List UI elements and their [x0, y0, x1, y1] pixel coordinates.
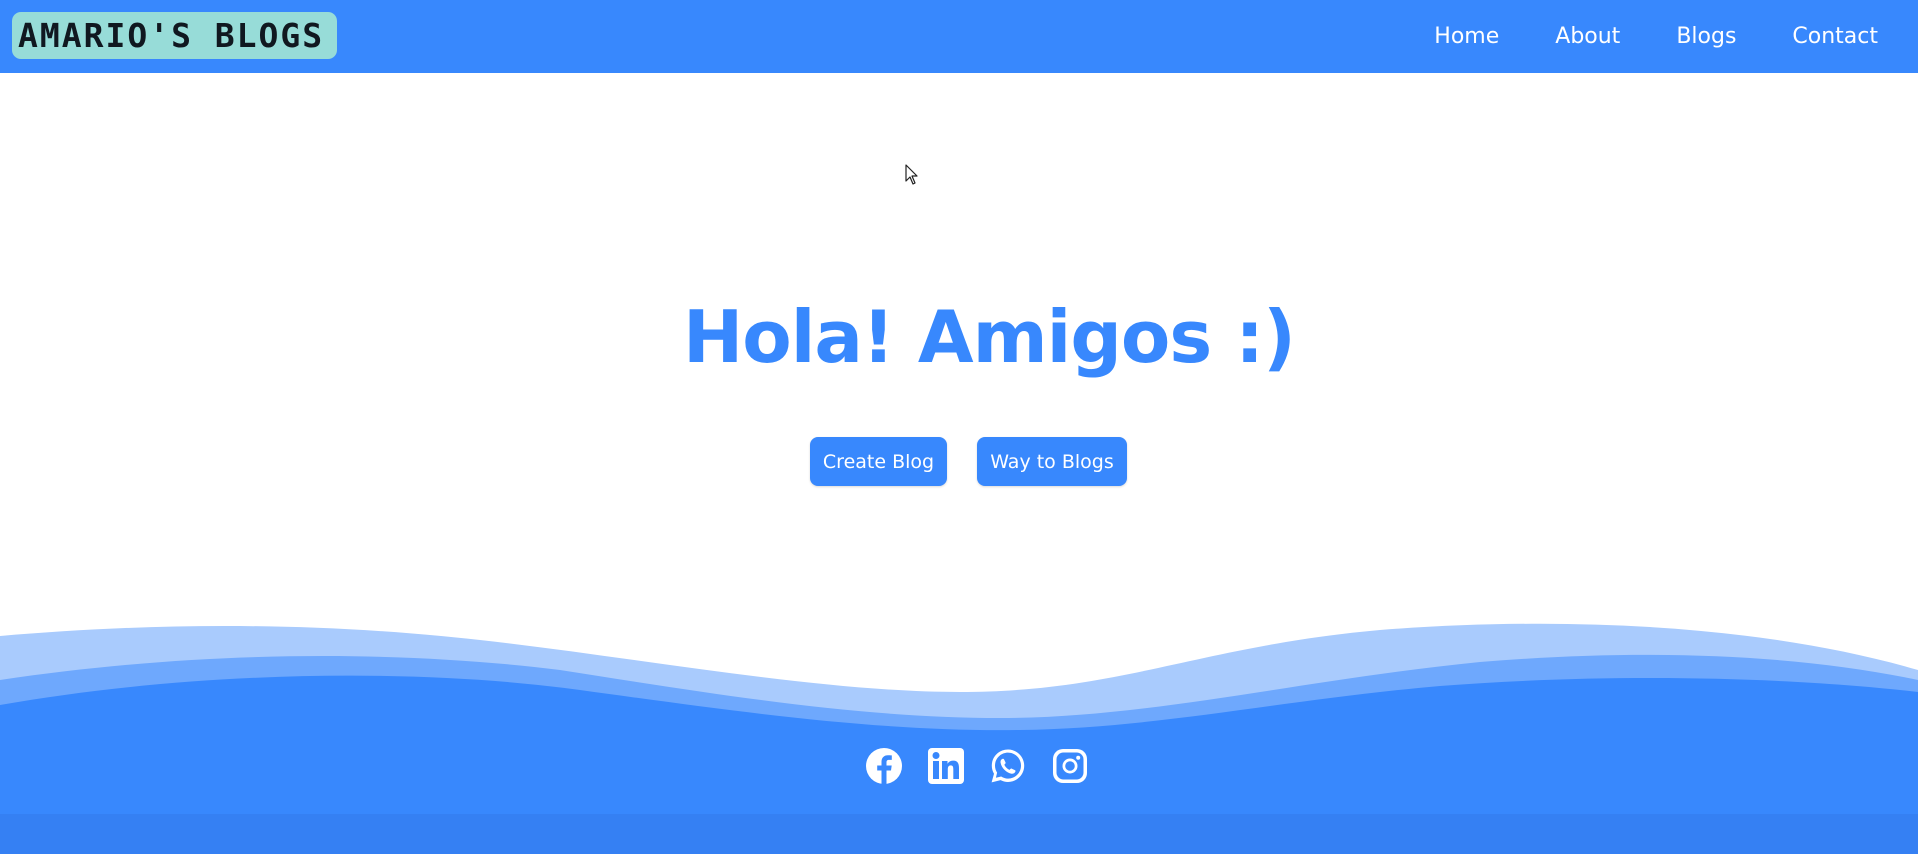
way-to-blogs-button[interactable]: Way to Blogs — [977, 437, 1127, 486]
instagram-icon[interactable] — [1051, 747, 1089, 785]
create-blog-button[interactable]: Create Blog — [810, 437, 947, 486]
nav-link-blogs[interactable]: Blogs — [1676, 24, 1736, 49]
linkedin-icon[interactable] — [927, 747, 965, 785]
hero-title: Hola! Amigos :) — [683, 295, 1296, 379]
footer-waves — [0, 623, 1918, 854]
social-links — [865, 747, 1089, 785]
mouse-cursor-icon — [905, 164, 918, 185]
nav-link-contact[interactable]: Contact — [1792, 24, 1878, 49]
nav-links: Home About Blogs Contact — [1434, 0, 1878, 73]
site-logo[interactable]: AMARIO'S BLOGS — [12, 12, 337, 59]
nav-link-home[interactable]: Home — [1434, 24, 1499, 49]
navbar: AMARIO'S BLOGS Home About Blogs Contact — [0, 0, 1918, 73]
facebook-icon[interactable] — [865, 747, 903, 785]
nav-link-about[interactable]: About — [1555, 24, 1620, 49]
whatsapp-icon[interactable] — [989, 747, 1027, 785]
